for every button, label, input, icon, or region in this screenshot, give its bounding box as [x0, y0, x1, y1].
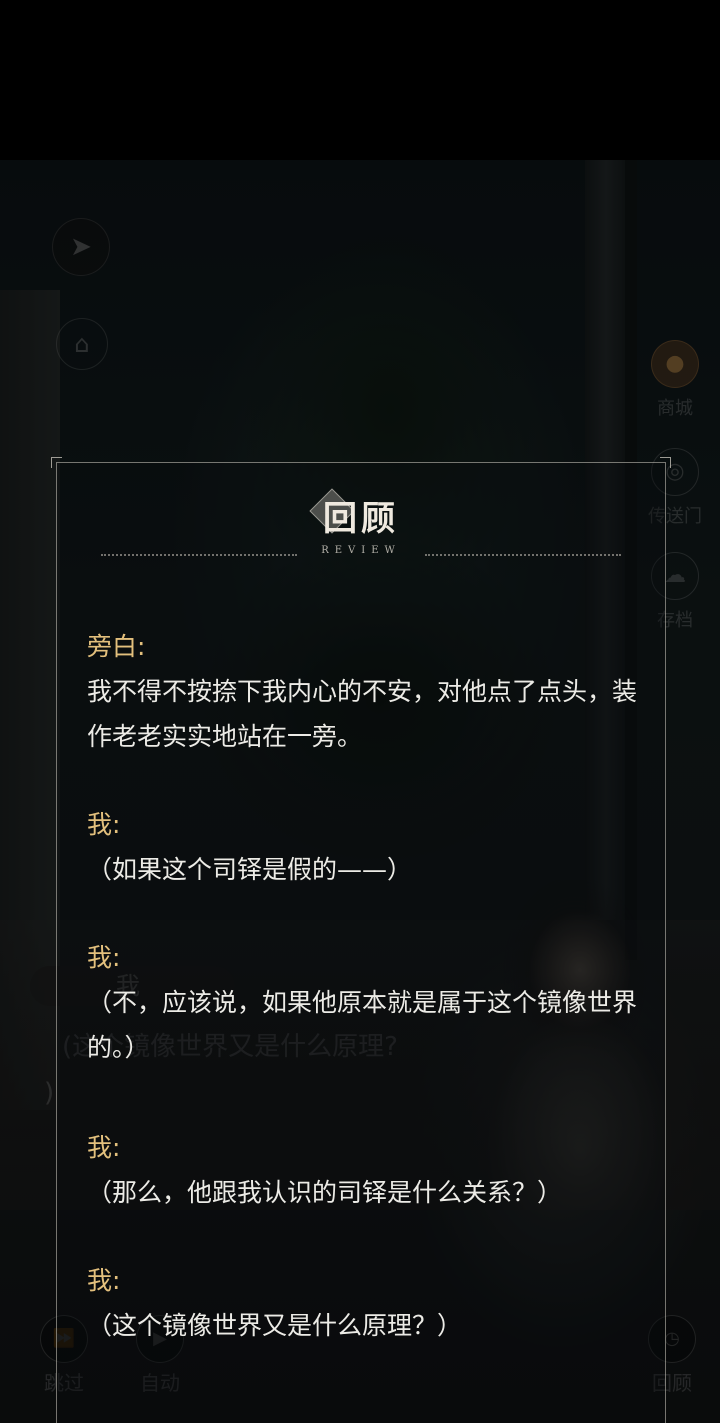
- corner-ornament-icon: [51, 457, 62, 468]
- review-title: 回顾: [323, 499, 399, 539]
- top-black-bar: [0, 0, 720, 160]
- review-entry: 我: （不，应该说，如果他原本就是属于这个镜像世界的。）: [87, 936, 657, 1070]
- review-entry: 我: （那么，他跟我认识的司铎是什么关系？）: [87, 1126, 657, 1215]
- game-scene: ➤ ⌂ ● 商城 ◎ 传送门 ☁ 存档 我 (这个镜像世界又是什么原理? ) ⏩…: [0, 160, 720, 1423]
- review-entry: 我: （如果这个司铎是假的——）: [87, 803, 657, 892]
- entry-text: （如果这个司铎是假的——）: [87, 855, 413, 884]
- entry-speaker: 我:: [87, 1266, 121, 1295]
- dotted-divider: [425, 554, 621, 556]
- review-entry: 我: （这个镜像世界又是什么原理？）: [87, 1259, 657, 1348]
- entry-text: 我不得不按捺下我内心的不安，对他点了点头，装作老老实实地站在一旁。: [87, 677, 638, 751]
- entry-speaker: 我:: [87, 1133, 121, 1162]
- review-log[interactable]: 旁白: 我不得不按捺下我内心的不安，对他点了点头，装作老老实实地站在一旁。 我:…: [87, 625, 657, 1392]
- corner-ornament-icon: [660, 457, 671, 468]
- entry-speaker: 我:: [87, 943, 121, 972]
- entry-text: （这个镜像世界又是什么原理？）: [87, 1311, 463, 1340]
- entry-speaker: 旁白:: [87, 632, 146, 661]
- entry-text: （不，应该说，如果他原本就是属于这个镜像世界的。）: [87, 988, 638, 1062]
- screen: ➤ ⌂ ● 商城 ◎ 传送门 ☁ 存档 我 (这个镜像世界又是什么原理? ) ⏩…: [0, 0, 720, 1423]
- entry-speaker: 我:: [87, 810, 121, 839]
- review-entry: 旁白: 我不得不按捺下我内心的不安，对他点了点头，装作老老实实地站在一旁。: [87, 625, 657, 759]
- review-subtitle-row: REVIEW: [101, 545, 621, 565]
- review-header: 回顾: [57, 488, 665, 540]
- review-panel: 回顾 REVIEW 旁白: 我不得不按捺下我内心的不安，对他点了点头，装作老老实…: [51, 457, 671, 1423]
- entry-text: （那么，他跟我认识的司铎是什么关系？）: [87, 1178, 563, 1207]
